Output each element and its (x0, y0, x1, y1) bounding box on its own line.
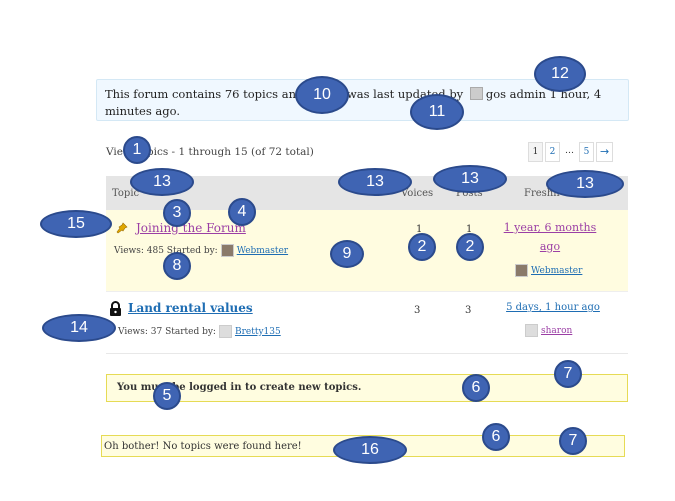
avatar (218, 325, 232, 338)
annotation-marker: 2 (408, 233, 436, 261)
annotation-marker: 13 (546, 170, 624, 198)
lock-icon (110, 301, 121, 316)
page-1[interactable]: 1 (528, 142, 543, 162)
last-updated-time-line2: minutes ago. (105, 104, 180, 118)
last-poster: sharon (525, 324, 572, 337)
pin-icon (116, 222, 128, 234)
annotation-marker: 7 (559, 427, 587, 455)
page-5[interactable]: 5 (579, 142, 594, 162)
topic-views: Views: 37 Started by: (118, 326, 216, 337)
annotation-marker: 15 (40, 210, 112, 238)
annotation-marker: 13 (130, 168, 194, 196)
page-ellipsis: … (565, 146, 574, 156)
annotation-marker: 14 (42, 314, 116, 342)
topic-views: Views: 485 Started by: (114, 245, 218, 256)
topic-title-link[interactable]: Land rental values (128, 301, 253, 315)
annotation-marker: 1 (123, 136, 151, 164)
freshness-line1: 1 year, 6 months (503, 221, 597, 234)
annotation-marker: 6 (462, 374, 490, 402)
last-updated-user[interactable]: gos admin (486, 87, 546, 101)
table-row: Land rental values Views: 37 Started by:… (106, 292, 628, 354)
annotation-marker: 11 (410, 94, 464, 130)
voice-count: 3 (414, 305, 421, 316)
avatar (525, 324, 538, 337)
freshness-link[interactable]: 1 year, 6 months ago (491, 218, 609, 256)
annotation-marker: 12 (534, 56, 586, 92)
annotation-marker: 5 (153, 382, 181, 410)
annotation-marker: 2 (456, 233, 484, 261)
last-poster-link[interactable]: Webmaster (531, 266, 582, 276)
forum-info-text: This forum contains 76 topics and 4 (105, 87, 315, 101)
topic-author-link[interactable]: Bretty135 (235, 327, 281, 337)
avatar (220, 244, 234, 257)
annotation-marker: 10 (295, 76, 349, 114)
login-notice: You must be logged in to create new topi… (106, 374, 628, 402)
topic-title-link[interactable]: Joining the Forum (136, 221, 246, 235)
annotation-marker: 8 (163, 252, 191, 280)
avatar (515, 264, 528, 277)
last-poster: Webmaster (515, 264, 582, 277)
avatar (469, 87, 483, 100)
topic-meta: Views: 485 Started by: Webmaster (114, 244, 288, 257)
next-page-button[interactable]: → (596, 142, 614, 162)
topic-author-link[interactable]: Webmaster (237, 246, 288, 256)
freshness-link[interactable]: 5 days, 1 hour ago (498, 298, 608, 317)
annotation-marker: 9 (330, 240, 364, 268)
last-poster-link[interactable]: sharon (541, 326, 572, 336)
topic-meta: Views: 37 Started by: Bretty135 (118, 325, 281, 338)
annotation-marker: 13 (338, 168, 412, 196)
annotation-marker: 4 (228, 198, 256, 226)
annotation-marker: 3 (163, 199, 191, 227)
freshness-line2: ago (539, 240, 561, 253)
annotation-marker: 13 (433, 165, 507, 193)
annotation-marker: 16 (333, 436, 407, 464)
post-count: 3 (465, 305, 472, 316)
annotation-marker: 6 (482, 423, 510, 451)
page-2[interactable]: 2 (545, 142, 560, 162)
pagination: 1 2 … 5 → (528, 142, 614, 162)
annotation-marker: 7 (554, 360, 582, 388)
